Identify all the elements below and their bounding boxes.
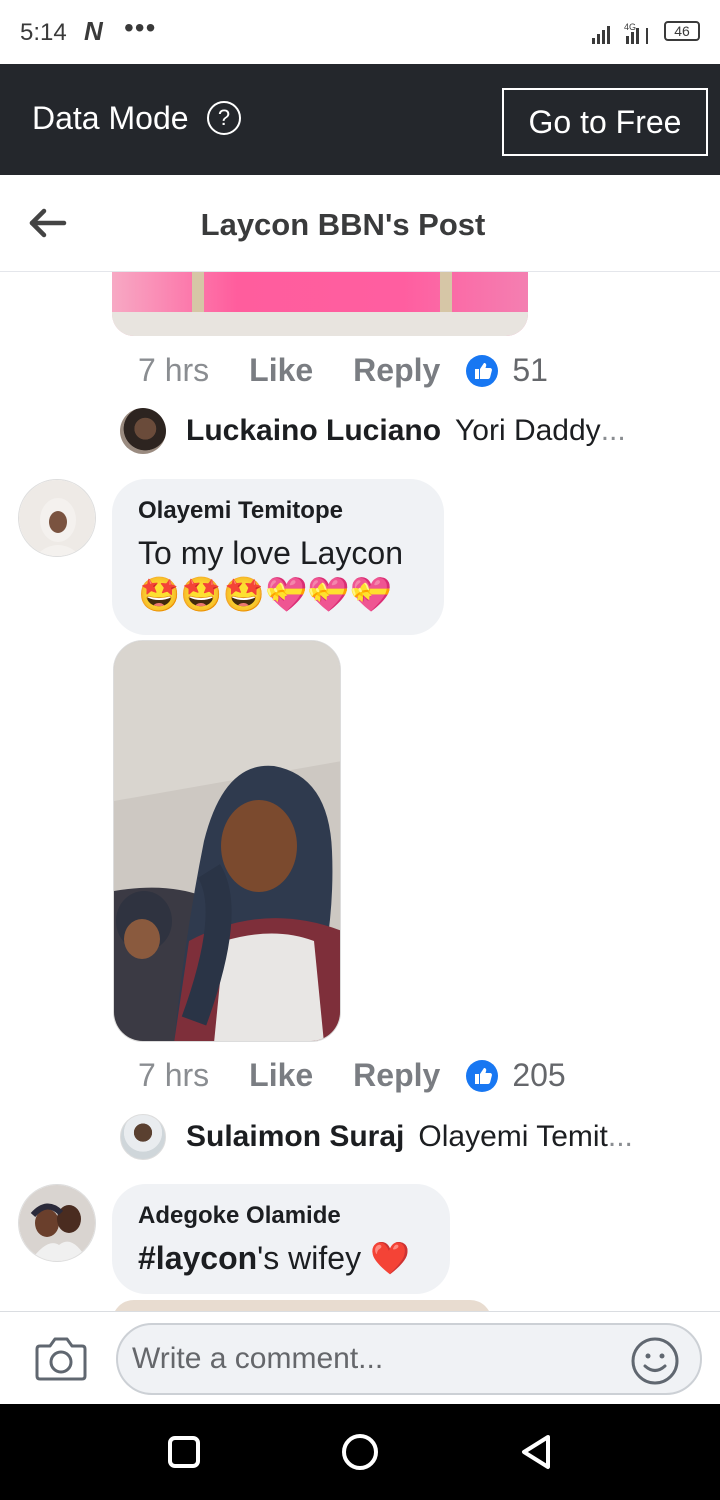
comment-text: To my love Laycon xyxy=(138,535,404,571)
comment-actions: 7 hrs Like Reply 51 xyxy=(138,352,548,389)
system-navigation-bar xyxy=(0,1404,720,1500)
comment-actions: 7 hrs Like Reply 205 xyxy=(138,1057,566,1094)
selfie-image xyxy=(114,641,340,1041)
more-notifications-icon: ••• xyxy=(124,12,157,43)
comment-author[interactable]: Olayemi Temitope xyxy=(138,497,418,525)
reply-preview[interactable]: Sulaimon Suraj Olayemi Temit... xyxy=(120,1114,633,1160)
comments-list[interactable]: 7 hrs Like Reply 51 Luckaino Luciano Yor… xyxy=(0,272,720,1312)
comment-image[interactable] xyxy=(112,272,528,336)
signal-icon: 4G xyxy=(592,22,648,44)
reply-text: Yori Daddy xyxy=(455,414,601,447)
avatar[interactable] xyxy=(18,479,96,557)
avatar[interactable] xyxy=(120,408,166,454)
comment-text-rest: 's wifey xyxy=(257,1240,362,1276)
reply-button[interactable]: Reply xyxy=(353,1057,440,1094)
reply-button[interactable]: Reply xyxy=(353,352,440,389)
avatar-image xyxy=(19,1185,95,1261)
comment-emojis: 🤩🤩🤩💝💝💝 xyxy=(138,576,393,614)
reply-preview[interactable]: Luckaino Luciano Yori Daddy... xyxy=(120,408,626,454)
comment-input[interactable] xyxy=(116,1323,702,1395)
help-icon[interactable]: ? xyxy=(207,101,241,135)
reply-text: Olayemi Temit xyxy=(418,1120,608,1153)
comment-bubble[interactable]: Adegoke Olamide #laycon's wifey ❤️ xyxy=(112,1184,450,1294)
comment-time: 7 hrs xyxy=(138,352,210,388)
like-button[interactable]: Like xyxy=(249,1057,313,1094)
post-header: Laycon BBN's Post xyxy=(0,175,720,272)
thumbs-up-icon xyxy=(466,1059,499,1092)
avatar-image xyxy=(19,480,95,556)
go-to-free-button[interactable]: Go to Free xyxy=(502,88,708,156)
back-icon[interactable] xyxy=(516,1432,556,1472)
svg-text:4G: 4G xyxy=(624,22,636,32)
comment-text: #laycon's wifey ❤️ xyxy=(138,1238,424,1278)
comment-author[interactable]: Adegoke Olamide xyxy=(138,1202,424,1230)
page-title: Laycon BBN's Post xyxy=(200,207,486,242)
reply-ellipsis: ... xyxy=(600,414,626,447)
home-icon[interactable] xyxy=(340,1432,380,1472)
avatar[interactable] xyxy=(120,1114,166,1160)
network-logo-icon: N xyxy=(84,16,103,46)
reply-author[interactable]: Sulaimon Suraj xyxy=(186,1120,404,1154)
recent-apps-icon[interactable] xyxy=(164,1432,204,1472)
like-button[interactable]: Like xyxy=(249,352,313,389)
camera-icon[interactable] xyxy=(34,1334,88,1382)
comment-composer xyxy=(0,1311,720,1404)
battery-icon: 46 xyxy=(664,21,700,41)
emoji-icon[interactable] xyxy=(630,1336,680,1386)
status-time: 5:14 xyxy=(20,19,67,46)
reply-ellipsis: ... xyxy=(607,1120,633,1153)
comment-bubble[interactable]: Olayemi Temitope To my love Laycon 🤩🤩🤩💝💝… xyxy=(112,479,444,635)
heart-emoji: ❤️ xyxy=(369,1240,410,1276)
thumbs-up-icon xyxy=(466,354,499,387)
reply-author[interactable]: Luckaino Luciano xyxy=(186,414,441,448)
comment-photo[interactable] xyxy=(113,640,341,1042)
avatar[interactable] xyxy=(18,1184,96,1262)
hashtag-link[interactable]: #laycon xyxy=(138,1240,257,1276)
like-count: 205 xyxy=(512,1057,566,1093)
data-mode-label: Data Mode xyxy=(32,100,189,136)
like-count: 51 xyxy=(512,352,548,388)
status-bar: 5:14 N ••• 4G 46 xyxy=(0,0,720,64)
comment-time: 7 hrs xyxy=(138,1057,210,1093)
